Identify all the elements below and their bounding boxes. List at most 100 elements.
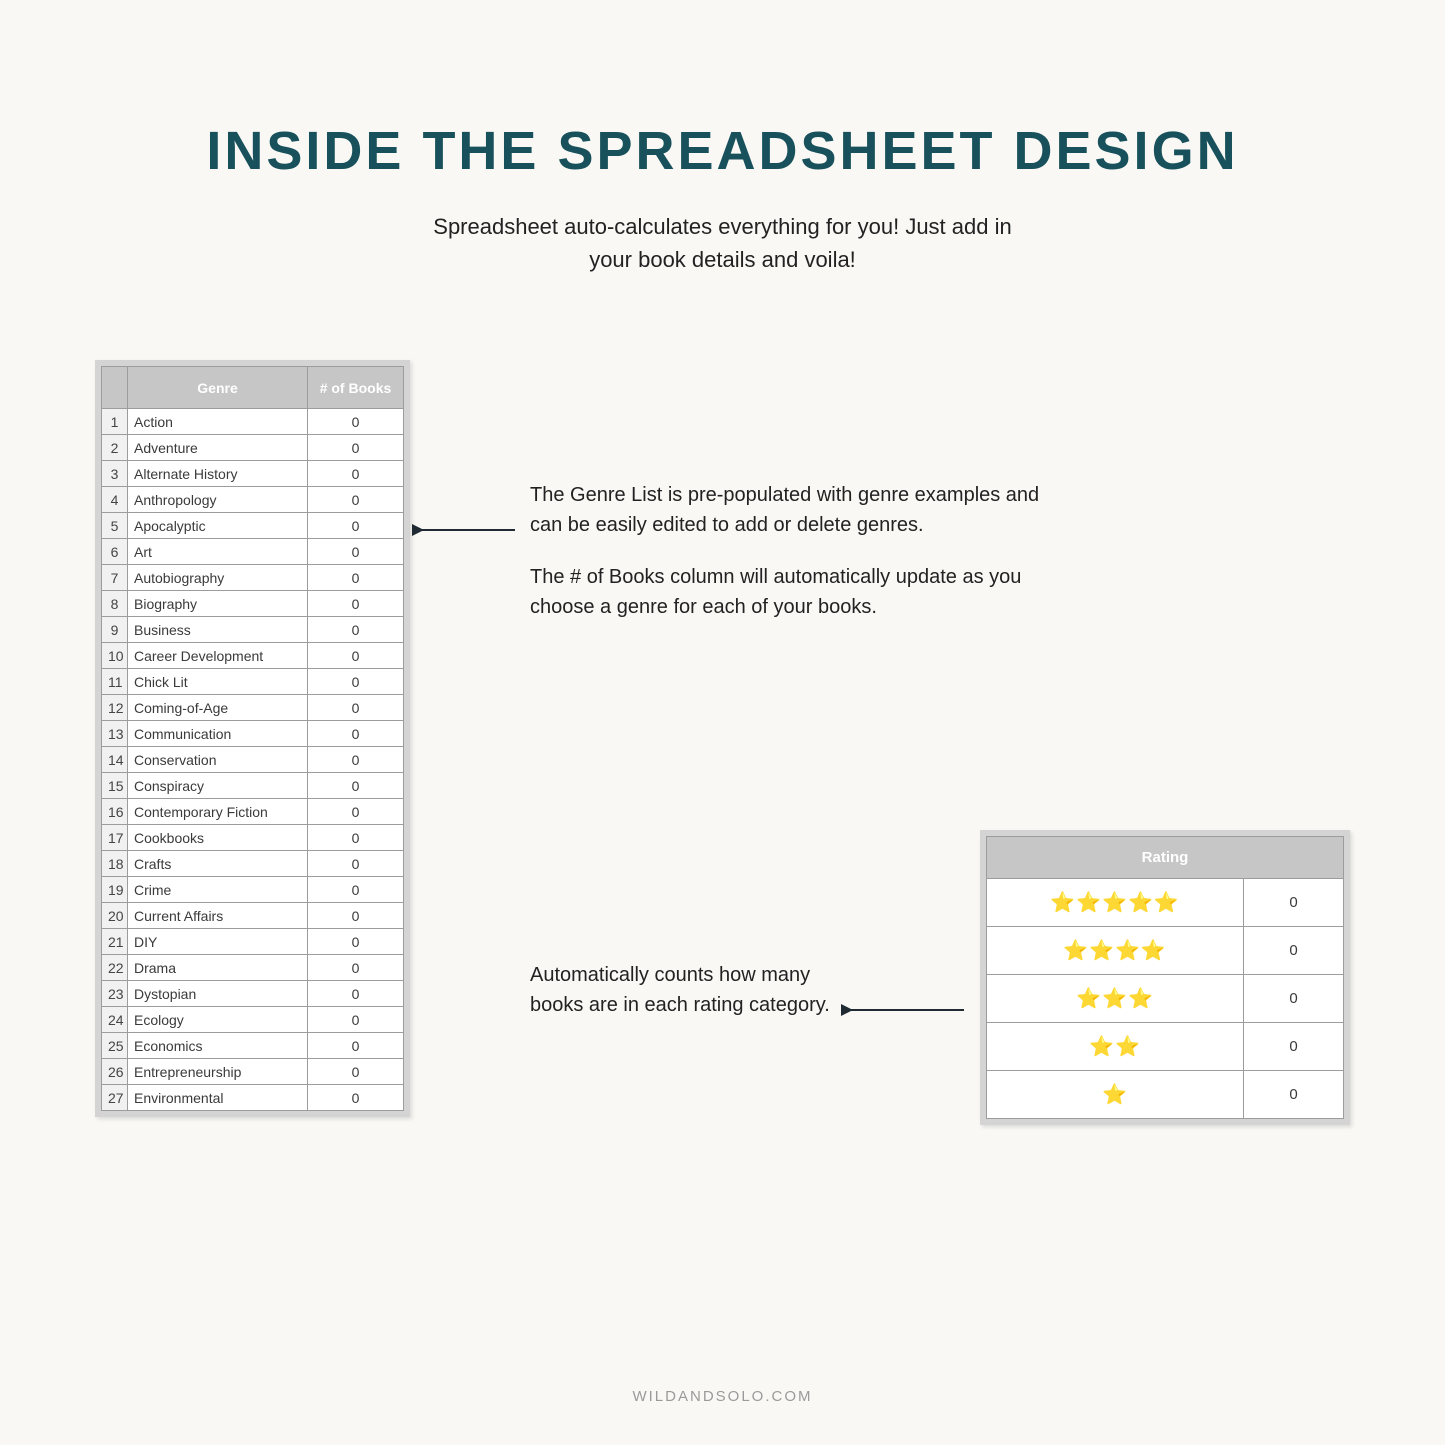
genre-name: Biography: [128, 591, 308, 617]
genre-name: Environmental: [128, 1085, 308, 1111]
rating-stars: ⭐: [987, 1071, 1244, 1119]
row-number: 16: [102, 799, 128, 825]
row-number: 11: [102, 669, 128, 695]
genre-name: Current Affairs: [128, 903, 308, 929]
table-row: 13Communication0: [102, 721, 404, 747]
row-number: 22: [102, 955, 128, 981]
row-number: 8: [102, 591, 128, 617]
table-row: 1Action0: [102, 409, 404, 435]
row-number: 23: [102, 981, 128, 1007]
genre-name: Business: [128, 617, 308, 643]
genre-count: 0: [308, 643, 404, 669]
table-row: 22Drama0: [102, 955, 404, 981]
rating-table: Rating ⭐⭐⭐⭐⭐0⭐⭐⭐⭐0⭐⭐⭐0⭐⭐0⭐0: [986, 836, 1344, 1119]
table-row: 16Contemporary Fiction0: [102, 799, 404, 825]
row-number: 2: [102, 435, 128, 461]
table-row: ⭐⭐⭐⭐⭐0: [987, 879, 1344, 927]
genre-count: 0: [308, 669, 404, 695]
table-row: ⭐0: [987, 1071, 1344, 1119]
row-number: 14: [102, 747, 128, 773]
genre-count: 0: [308, 747, 404, 773]
page-subtitle: Spreadsheet auto-calculates everything f…: [0, 210, 1445, 276]
row-number: 13: [102, 721, 128, 747]
genre-name: Communication: [128, 721, 308, 747]
table-row: 24Ecology0: [102, 1007, 404, 1033]
row-number: 1: [102, 409, 128, 435]
page-title: INSIDE THE SPREADSHEET DESIGN: [0, 120, 1445, 182]
row-number: 19: [102, 877, 128, 903]
genre-name: Art: [128, 539, 308, 565]
genre-name: Crafts: [128, 851, 308, 877]
genre-count: 0: [308, 461, 404, 487]
table-row: ⭐⭐⭐0: [987, 975, 1344, 1023]
genre-count: 0: [308, 513, 404, 539]
genre-count: 0: [308, 903, 404, 929]
genre-count: 0: [308, 565, 404, 591]
genre-count: 0: [308, 955, 404, 981]
rating-count: 0: [1244, 927, 1344, 975]
row-number: 25: [102, 1033, 128, 1059]
genre-name: Drama: [128, 955, 308, 981]
table-row: 15Conspiracy0: [102, 773, 404, 799]
table-row: ⭐⭐0: [987, 1023, 1344, 1071]
genre-name: Anthropology: [128, 487, 308, 513]
genre-callout-p2: The # of Books column will automatically…: [530, 562, 1050, 622]
row-number: 12: [102, 695, 128, 721]
genre-header-name: Genre: [128, 367, 308, 409]
row-number: 5: [102, 513, 128, 539]
table-row: 10Career Development0: [102, 643, 404, 669]
table-row: 20Current Affairs0: [102, 903, 404, 929]
row-number: 4: [102, 487, 128, 513]
table-row: 8Biography0: [102, 591, 404, 617]
genre-name: Crime: [128, 877, 308, 903]
rating-stars: ⭐⭐: [987, 1023, 1244, 1071]
genre-name: Career Development: [128, 643, 308, 669]
subtitle-line-2: your book details and voila!: [0, 243, 1445, 276]
row-number: 3: [102, 461, 128, 487]
table-row: ⭐⭐⭐⭐0: [987, 927, 1344, 975]
genre-callout-p1: The Genre List is pre-populated with gen…: [530, 480, 1050, 540]
genre-table: Genre # of Books 1Action02Adventure03Alt…: [101, 366, 404, 1111]
table-row: 3Alternate History0: [102, 461, 404, 487]
rating-count: 0: [1244, 879, 1344, 927]
genre-count: 0: [308, 1059, 404, 1085]
genre-name: Alternate History: [128, 461, 308, 487]
row-number: 18: [102, 851, 128, 877]
genre-name: Action: [128, 409, 308, 435]
rating-count: 0: [1244, 975, 1344, 1023]
rating-stars: ⭐⭐⭐: [987, 975, 1244, 1023]
genre-name: Dystopian: [128, 981, 308, 1007]
table-row: 17Cookbooks0: [102, 825, 404, 851]
table-row: 4Anthropology0: [102, 487, 404, 513]
genre-count: 0: [308, 877, 404, 903]
table-row: 14Conservation0: [102, 747, 404, 773]
genre-name: DIY: [128, 929, 308, 955]
genre-name: Adventure: [128, 435, 308, 461]
table-row: 2Adventure0: [102, 435, 404, 461]
rating-count: 0: [1244, 1023, 1344, 1071]
table-row: 25Economics0: [102, 1033, 404, 1059]
row-number: 20: [102, 903, 128, 929]
genre-name: Chick Lit: [128, 669, 308, 695]
genre-name: Autobiography: [128, 565, 308, 591]
rating-stars: ⭐⭐⭐⭐⭐: [987, 879, 1244, 927]
table-row: 5Apocalyptic0: [102, 513, 404, 539]
rating-count: 0: [1244, 1071, 1344, 1119]
genre-count: 0: [308, 591, 404, 617]
genre-name: Conspiracy: [128, 773, 308, 799]
row-number: 17: [102, 825, 128, 851]
genre-count: 0: [308, 617, 404, 643]
genre-name: Entrepreneurship: [128, 1059, 308, 1085]
row-number: 27: [102, 1085, 128, 1111]
subtitle-line-1: Spreadsheet auto-calculates everything f…: [0, 210, 1445, 243]
genre-name: Ecology: [128, 1007, 308, 1033]
rating-spreadsheet: Rating ⭐⭐⭐⭐⭐0⭐⭐⭐⭐0⭐⭐⭐0⭐⭐0⭐0: [980, 830, 1350, 1125]
table-row: 21DIY0: [102, 929, 404, 955]
genre-name: Conservation: [128, 747, 308, 773]
row-number: 24: [102, 1007, 128, 1033]
row-number: 10: [102, 643, 128, 669]
genre-count: 0: [308, 773, 404, 799]
genre-count: 0: [308, 851, 404, 877]
table-row: 26Entrepreneurship0: [102, 1059, 404, 1085]
genre-count: 0: [308, 799, 404, 825]
